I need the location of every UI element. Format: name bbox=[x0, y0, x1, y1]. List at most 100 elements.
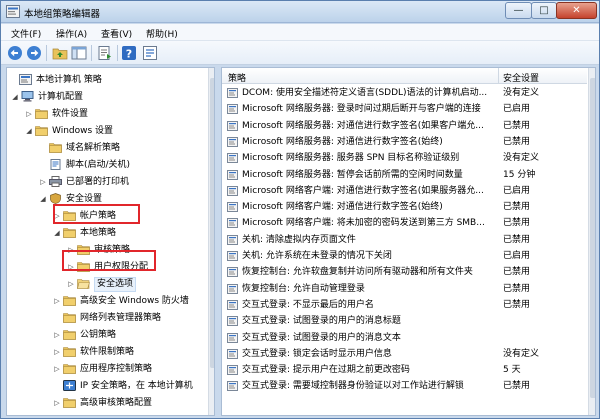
forward-arrow-icon[interactable] bbox=[26, 45, 42, 61]
policy-row[interactable]: Microsoft 网络客户端: 对通信进行数字签名(如果服务器允... 已启用 bbox=[222, 183, 587, 199]
help-icon[interactable]: ? bbox=[121, 45, 137, 61]
tree-expander-icon[interactable]: ◢ bbox=[39, 191, 47, 207]
policy-list-scrollbar-thumb[interactable] bbox=[590, 78, 595, 398]
policy-item-icon bbox=[227, 120, 238, 131]
policy-name: 交互式登录: 锁定会话时显示用户信息 bbox=[242, 348, 392, 359]
column-header-setting[interactable]: 安全设置 bbox=[503, 71, 539, 84]
tree-item[interactable]: 脚本(启动/关机) bbox=[7, 157, 207, 173]
policy-row[interactable]: 交互式登录: 提示用户在过期之前更改密码 5 天 bbox=[222, 362, 587, 378]
export-list-icon[interactable] bbox=[97, 45, 113, 61]
menu-help[interactable]: 帮助(H) bbox=[146, 27, 178, 40]
tree-item[interactable]: IP 安全策略，在 本地计算机 bbox=[7, 378, 207, 394]
properties-icon[interactable] bbox=[142, 45, 158, 61]
tree-item[interactable]: ▷ 高级安全 Windows 防火墙 bbox=[7, 293, 207, 309]
policy-row[interactable]: 交互式登录: 锁定会话时显示用户信息 没有定义 bbox=[222, 346, 587, 362]
tree-item[interactable]: ◢ 计算机配置 bbox=[7, 89, 207, 105]
policy-item-icon bbox=[227, 202, 238, 213]
policy-row[interactable]: 交互式登录: 不显示最后的用户名 已禁用 bbox=[222, 297, 587, 313]
up-folder-icon[interactable] bbox=[52, 45, 68, 61]
folder-icon bbox=[63, 312, 76, 323]
policy-list-pane[interactable]: 策略 安全设置 DCOM: 使用安全描述符定义语言(SDDL)语法的计算机启动.… bbox=[221, 67, 596, 416]
tree-item[interactable]: ▷ 软件限制策略 bbox=[7, 344, 207, 360]
tree-item-label: 脚本(启动/关机) bbox=[66, 160, 131, 170]
tree-item[interactable]: 本地计算机 策略 bbox=[7, 72, 207, 88]
policy-row[interactable]: Microsoft 网络服务器: 登录时间过期后断开与客户端的连接 已启用 bbox=[222, 101, 587, 117]
maximize-button[interactable]: □ bbox=[531, 2, 557, 19]
tree-pane[interactable]: 本地计算机 策略 ◢ 计算机配置 ▷ 软件设置 ◢ Windows 设置域名解析策略 脚本(启… bbox=[6, 67, 215, 416]
tree-expander-icon[interactable]: ▷ bbox=[53, 395, 61, 411]
policy-setting: 已禁用 bbox=[503, 136, 531, 147]
toolbar-separator bbox=[91, 45, 92, 61]
tree-expander-icon[interactable]: ▷ bbox=[53, 293, 61, 309]
tree-item[interactable]: ◢ 本地策略 bbox=[7, 225, 207, 241]
tree-scrollbar[interactable] bbox=[208, 68, 214, 415]
policy-row[interactable]: 恢复控制台: 允许自动管理登录 已禁用 bbox=[222, 281, 587, 297]
policy-row[interactable]: 关机: 允许系统在未登录的情况下关闭 已启用 bbox=[222, 248, 587, 264]
policy-row[interactable]: 交互式登录: 试图登录的用户的消息标题 bbox=[222, 313, 587, 329]
close-button[interactable]: ✕ bbox=[556, 2, 597, 19]
tree-expander-icon[interactable]: ▷ bbox=[25, 106, 33, 122]
menu-file[interactable]: 文件(F) bbox=[11, 27, 41, 40]
policy-row[interactable]: Microsoft 网络客户端: 对通信进行数字签名(始终) 已禁用 bbox=[222, 199, 587, 215]
tree-expander-icon[interactable]: ▷ bbox=[67, 276, 75, 292]
tree-item[interactable]: ▷ 高级审核策略配置 bbox=[7, 395, 207, 411]
policy-setting: 没有定义 bbox=[503, 153, 540, 164]
policy-row[interactable]: 关机: 清除虚拟内存页面文件 已禁用 bbox=[222, 232, 587, 248]
policy-row[interactable]: Microsoft 网络服务器: 暂停会话前所需的空闲时间数量 15 分钟 bbox=[222, 167, 587, 183]
policy-item-icon bbox=[227, 153, 238, 164]
policy-row[interactable]: 交互式登录: 试图登录的用户的消息文本 bbox=[222, 330, 587, 346]
policy-name: Microsoft 网络客户端: 将未加密的密码发送到第三方 SMB... bbox=[242, 218, 485, 229]
tree-item[interactable]: ▷ 应用程序控制策略 bbox=[7, 361, 207, 377]
column-header-policy[interactable]: 策略 bbox=[228, 71, 246, 84]
tree-item-label: 域名解析策略 bbox=[66, 143, 121, 153]
tree-item[interactable]: ▷ 已部署的打印机 bbox=[7, 174, 207, 190]
tree-expander-icon[interactable]: ▷ bbox=[39, 174, 47, 190]
tree-item[interactable]: ◢ Windows 设置 bbox=[7, 123, 207, 139]
policy-name: 交互式登录: 需要域控制器身份验证以对工作站进行解锁 bbox=[242, 381, 464, 392]
tree-expander-icon[interactable]: ▷ bbox=[53, 361, 61, 377]
policy-item-icon bbox=[227, 381, 238, 392]
policy-setting: 没有定义 bbox=[503, 348, 540, 359]
policy-row[interactable]: Microsoft 网络服务器: 服务器 SPN 目标名称验证级别 没有定义 bbox=[222, 150, 587, 166]
tree-expander-icon[interactable]: ▷ bbox=[53, 327, 61, 343]
toolbar-separator bbox=[46, 45, 47, 61]
policy-row[interactable]: DCOM: 使用安全描述符定义语言(SDDL)语法的计算机启动... 没有定义 bbox=[222, 85, 587, 101]
tree-item[interactable]: ▷ 软件设置 bbox=[7, 106, 207, 122]
tree-item[interactable]: ▷ 公钥策略 bbox=[7, 327, 207, 343]
policy-item-icon bbox=[227, 299, 238, 310]
show-hide-tree-icon[interactable] bbox=[71, 45, 87, 61]
policy-item-icon bbox=[227, 218, 238, 229]
tree-expander-icon[interactable]: ▷ bbox=[53, 344, 61, 360]
policy-row[interactable]: 交互式登录: 需要域控制器身份验证以对工作站进行解锁 已禁用 bbox=[222, 378, 587, 394]
folder-icon bbox=[63, 363, 76, 374]
tree-expander-icon[interactable]: ◢ bbox=[53, 225, 61, 241]
column-divider[interactable] bbox=[498, 68, 499, 84]
title-bar[interactable]: 本地组策略编辑器 — □ ✕ bbox=[1, 1, 599, 23]
policy-row[interactable]: Microsoft 网络服务器: 对通信进行数字签名(始终) 已禁用 bbox=[222, 134, 587, 150]
policy-row[interactable]: Microsoft 网络客户端: 将未加密的密码发送到第三方 SMB... 已禁用 bbox=[222, 215, 587, 231]
policy-item-icon bbox=[227, 185, 238, 196]
menu-view[interactable]: 查看(V) bbox=[101, 27, 132, 40]
tree-item[interactable]: 域名解析策略 bbox=[7, 140, 207, 156]
policy-name: Microsoft 网络客户端: 对通信进行数字签名(如果服务器允... bbox=[242, 185, 484, 196]
minimize-button[interactable]: — bbox=[505, 2, 532, 19]
policy-setting: 已禁用 bbox=[503, 283, 531, 294]
back-arrow-icon[interactable] bbox=[7, 45, 23, 61]
policy-setting: 已禁用 bbox=[503, 267, 531, 278]
menu-action[interactable]: 操作(A) bbox=[56, 27, 87, 40]
policy-item-icon bbox=[227, 267, 238, 278]
security-settings-icon bbox=[49, 193, 62, 204]
policy-row[interactable]: 恢复控制台: 允许软盘复制并访问所有驱动器和所有文件夹 已禁用 bbox=[222, 264, 587, 280]
tree-expander-icon[interactable]: ◢ bbox=[11, 89, 19, 105]
tree-expander-icon[interactable]: ◢ bbox=[25, 123, 33, 139]
tree-item-label: 高级安全 Windows 防火墙 bbox=[80, 296, 189, 306]
policy-row[interactable]: Microsoft 网络服务器: 对通信进行数字签名(如果客户端允... 已禁用 bbox=[222, 118, 587, 134]
folder-icon bbox=[63, 227, 76, 238]
tree-item[interactable]: ▷ 安全选项 bbox=[7, 276, 207, 292]
policy-name: 关机: 清除虚拟内存页面文件 bbox=[242, 234, 356, 245]
policy-setting: 已启用 bbox=[503, 251, 531, 261]
policy-setting: 已禁用 bbox=[503, 218, 531, 229]
tree-item[interactable]: 网络列表管理器策略 bbox=[7, 310, 207, 326]
policy-list-scrollbar[interactable] bbox=[588, 68, 595, 415]
tree-scrollbar-thumb[interactable] bbox=[210, 78, 214, 368]
